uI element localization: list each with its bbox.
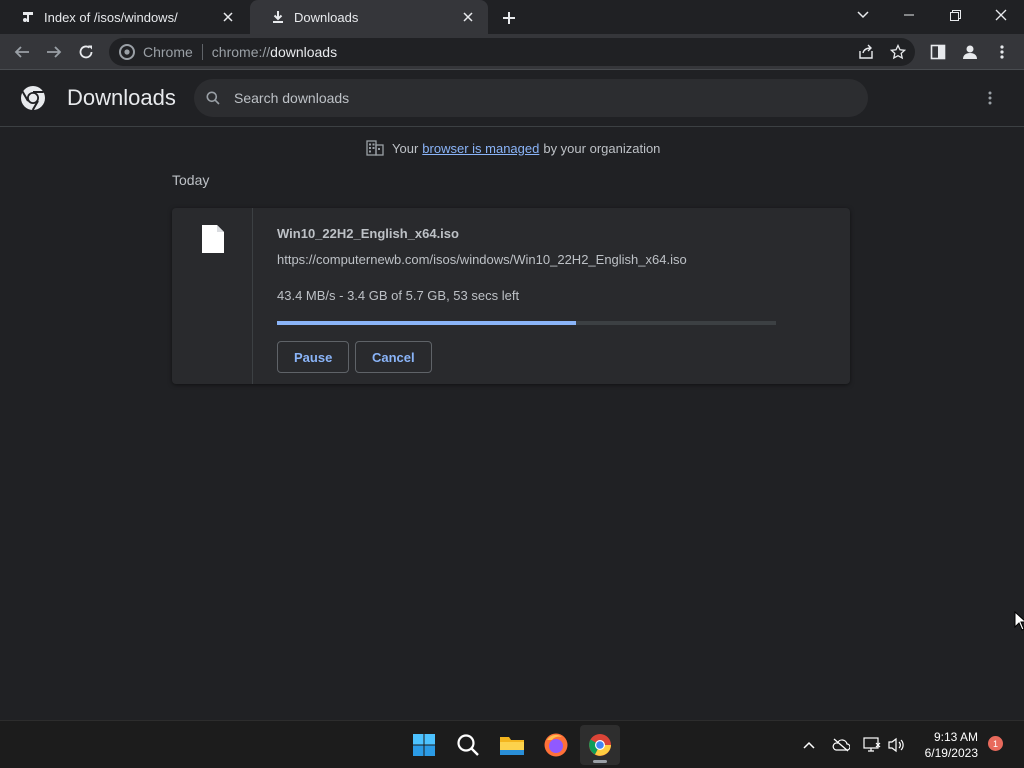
windows-taskbar: 9:13 AM 6/19/2023	[0, 720, 1024, 768]
back-arrow-icon[interactable]	[9, 39, 35, 65]
site-chip[interactable]: Chrome	[119, 44, 193, 60]
side-panel-icon[interactable]	[925, 39, 951, 65]
url-scheme: chrome://	[211, 44, 271, 60]
managed-prefix: Your	[392, 140, 419, 156]
page-title: Downloads	[67, 85, 176, 110]
browser-managed-link[interactable]: browser is managed	[422, 141, 539, 156]
file-icon	[202, 225, 224, 253]
clock-date: 6/19/2023	[924, 746, 978, 760]
close-window-icon[interactable]	[978, 0, 1024, 30]
file-explorer-icon[interactable]	[492, 725, 532, 765]
show-hidden-icons-chevron-icon[interactable]	[797, 733, 821, 757]
network-icon[interactable]	[860, 733, 884, 757]
search-icon	[206, 91, 220, 105]
download-item-card: Win10_22H2_English_x64.iso https://compu…	[172, 208, 850, 384]
managed-notice: Your browser is managed by your organiza…	[366, 140, 660, 156]
tab-title: Index of /isos/windows/	[44, 9, 178, 25]
download-progress-fill	[277, 321, 577, 325]
building-icon	[366, 140, 384, 156]
system-clock[interactable]: 9:13 AM 6/19/2023	[916, 729, 978, 761]
forward-arrow-icon[interactable]	[41, 39, 67, 65]
chrome-taskbar-icon[interactable]	[580, 725, 620, 765]
share-icon[interactable]	[853, 39, 879, 65]
taskbar-search-icon[interactable]	[448, 725, 488, 765]
notification-badge[interactable]: 1	[988, 736, 1003, 751]
clock-time: 9:13 AM	[933, 730, 978, 744]
downloads-header: Downloads	[0, 71, 1024, 127]
omnibox-separator	[201, 44, 203, 60]
bookmark-star-icon[interactable]	[885, 39, 911, 65]
mouse-cursor-icon	[1014, 611, 1024, 631]
search-input[interactable]	[234, 90, 868, 106]
tab-index-of-isos[interactable]: Index of /isos/windows/	[0, 0, 248, 34]
file-url-link[interactable]: https://computernewb.com/isos/windows/Wi…	[277, 252, 687, 267]
tab-search-chevron-icon[interactable]	[840, 0, 886, 30]
more-actions-icon[interactable]	[978, 86, 1002, 110]
tab-title: Downloads	[294, 9, 359, 25]
pause-button[interactable]: Pause	[277, 341, 350, 373]
onedrive-offline-icon[interactable]	[829, 733, 853, 757]
reload-icon[interactable]	[73, 39, 99, 65]
tab-downloads[interactable]: Downloads	[250, 0, 488, 34]
file-name: Win10_22H2_English_x64.iso	[277, 226, 459, 241]
close-tab-icon[interactable]	[460, 9, 476, 25]
site-chip-label: Chrome	[143, 44, 193, 60]
download-progress-bar	[277, 321, 776, 325]
address-bar[interactable]: Chrome chrome:// downloads	[109, 38, 915, 66]
windows-start-icon[interactable]	[404, 725, 444, 765]
download-icon	[270, 9, 286, 25]
firefox-icon[interactable]	[536, 725, 576, 765]
date-section-label: Today	[172, 172, 210, 188]
cancel-button[interactable]: Cancel	[355, 341, 432, 373]
chrome-menu-icon[interactable]	[989, 39, 1015, 65]
active-app-indicator	[593, 760, 607, 763]
managed-suffix: by your organization	[543, 140, 661, 156]
search-downloads-box[interactable]	[194, 79, 868, 117]
close-tab-icon[interactable]	[220, 9, 236, 25]
tab-strip: Index of /isos/windows/ Downloads	[0, 0, 1024, 34]
site-favicon-icon	[20, 9, 36, 25]
profile-icon[interactable]	[957, 39, 983, 65]
browser-toolbar: Chrome chrome:// downloads	[0, 34, 1024, 70]
chrome-icon	[119, 44, 135, 60]
download-status: 43.4 MB/s - 3.4 GB of 5.7 GB, 53 secs le…	[277, 288, 520, 303]
restore-icon[interactable]	[932, 0, 978, 30]
card-divider	[252, 208, 253, 384]
minimize-icon[interactable]	[886, 0, 932, 30]
chrome-logo-icon	[21, 86, 45, 111]
url-host: downloads	[270, 44, 338, 60]
new-tab-button[interactable]	[498, 7, 520, 29]
volume-icon[interactable]	[884, 733, 908, 757]
